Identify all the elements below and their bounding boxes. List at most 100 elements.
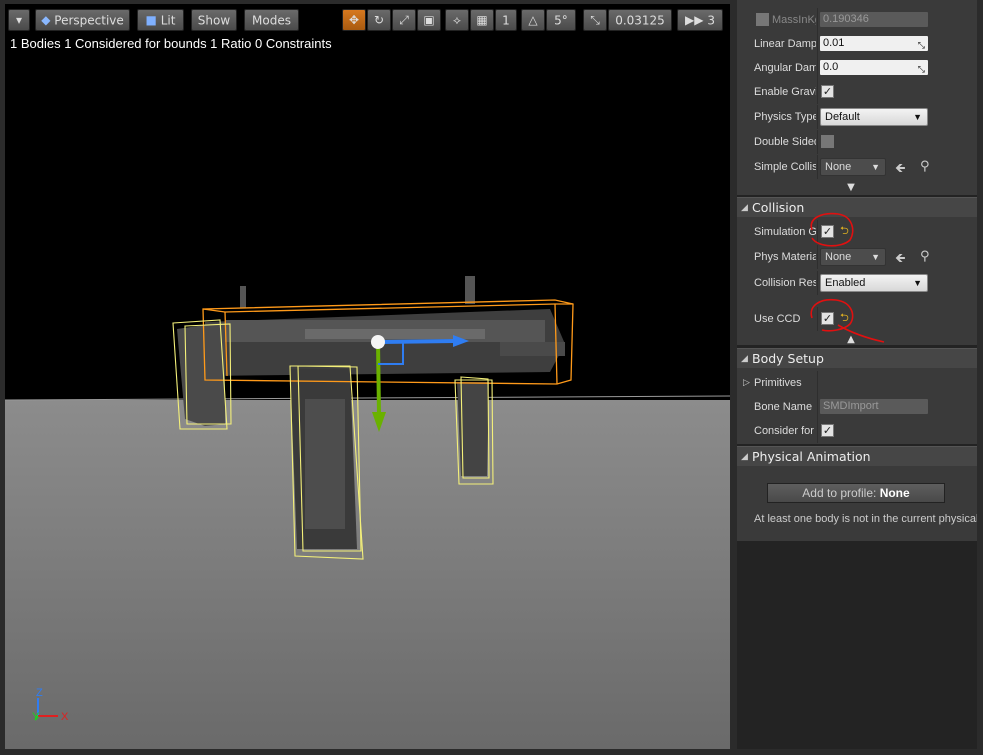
- enable-gravity-checkbox[interactable]: ✓: [821, 85, 834, 98]
- spin-arrows-icon[interactable]: ⤡: [918, 62, 925, 77]
- physics-type-dropdown[interactable]: Default ▼: [820, 108, 928, 126]
- rotation-snap-value[interactable]: 5°: [546, 9, 576, 31]
- add-to-profile-prefix: Add to profile:: [802, 486, 880, 500]
- collision-response-dropdown[interactable]: Enabled ▼: [820, 274, 928, 292]
- body-setup-title: Body Setup: [752, 351, 824, 366]
- row-divider: [817, 220, 818, 244]
- rotation-snap-value-label: 5°: [554, 13, 568, 28]
- perspective-button[interactable]: ◆ Perspective: [35, 9, 130, 31]
- lit-label: Lit: [160, 13, 176, 28]
- use-selected-arrow-icon[interactable]: 🡸: [895, 159, 906, 181]
- expand-advanced-arrow-icon[interactable]: ▼: [843, 183, 859, 193]
- details-panel: MassInKg 0.190346 Linear Damping 0.01 ⤡ …: [737, 0, 977, 749]
- browse-magnifier-icon[interactable]: ⚲: [920, 159, 930, 174]
- scale-snap-toggle[interactable]: ⤡: [583, 9, 607, 31]
- row-divider: [817, 130, 818, 154]
- use-ccd-row: Use CCD ✓ ⮌: [737, 307, 977, 331]
- camera-speed-button[interactable]: ▶▶ 3: [677, 9, 723, 31]
- double-sided-row: Double Sided: [737, 130, 977, 154]
- body-setup-section: ◢ Body Setup ▷ Primitives Bone Name SMDI…: [737, 348, 977, 444]
- scale-snap-value-label: 0.03125: [615, 13, 665, 28]
- grid-snap-value-label: 1: [502, 13, 510, 28]
- simulation-hit-events-label: Simulation Generates Hit Events: [754, 226, 816, 238]
- browse-magnifier-icon[interactable]: ⚲: [920, 249, 930, 264]
- angular-damping-label: Angular Damping: [754, 62, 816, 74]
- rotate-icon: ↻: [373, 13, 385, 27]
- primitives-row[interactable]: ▷ Primitives: [737, 371, 977, 395]
- show-button[interactable]: Show: [191, 9, 237, 31]
- row-divider: [817, 307, 818, 331]
- physics-type-label: Physics Type: [754, 111, 816, 123]
- double-sided-checkbox[interactable]: [821, 135, 834, 148]
- spin-arrows-icon[interactable]: ⤡: [918, 38, 925, 53]
- collapse-advanced-arrow-icon[interactable]: ▲: [843, 335, 859, 345]
- use-selected-arrow-icon[interactable]: 🡸: [895, 249, 906, 271]
- rotation-snap-toggle[interactable]: △: [521, 9, 545, 31]
- double-sided-label: Double Sided: [754, 136, 816, 148]
- use-ccd-checkbox[interactable]: ✓: [821, 312, 834, 325]
- surface-snap-button[interactable]: ⟡: [445, 9, 469, 31]
- row-divider: [817, 245, 818, 269]
- translate-mode-button[interactable]: ✥: [342, 9, 366, 31]
- floor-horizon: [5, 395, 730, 401]
- physics-stats-text: 1 Bodies 1 Considered for bounds 1 Ratio…: [10, 36, 332, 51]
- collision-response-row: Collision Response Enabled ▼: [737, 271, 977, 295]
- caret-down-icon: ▼: [871, 162, 880, 172]
- angular-damping-row: Angular Damping 0.0 ⤡: [737, 56, 977, 80]
- axis-label-x: X: [61, 711, 69, 723]
- modes-button[interactable]: Modes: [244, 9, 299, 31]
- reset-to-default-icon[interactable]: ⮌: [840, 225, 851, 237]
- simple-collision-row: Simple Collision None ▼ 🡸 ⚲: [737, 155, 977, 179]
- angle-icon: △: [528, 13, 538, 27]
- phys-material-dropdown[interactable]: None ▼: [820, 248, 886, 266]
- row-divider: [817, 32, 818, 56]
- viewport-options-button[interactable]: ▾: [8, 9, 30, 31]
- collision-title: Collision: [752, 200, 805, 215]
- simple-collision-value: None: [825, 161, 852, 173]
- scale-snap-value[interactable]: 0.03125: [608, 9, 672, 31]
- simple-collision-label: Simple Collision: [754, 161, 816, 173]
- enable-gravity-label: Enable Gravity: [754, 86, 816, 98]
- row-divider: [817, 105, 818, 129]
- row-divider: [817, 395, 818, 419]
- angular-damping-field[interactable]: 0.0 ⤡: [820, 60, 928, 75]
- enable-gravity-row: Enable Gravity ✓: [737, 80, 977, 104]
- expand-arrow-icon[interactable]: ▷: [743, 371, 750, 395]
- move-icon: ✥: [348, 13, 360, 27]
- caret-down-icon: ▼: [871, 252, 880, 262]
- add-to-profile-button[interactable]: Add to profile: None: [767, 483, 945, 503]
- physics-type-row: Physics Type Default ▼: [737, 105, 977, 129]
- mass-in-kg-field[interactable]: 0.190346: [820, 12, 928, 27]
- show-label: Show: [197, 13, 231, 28]
- simple-collision-dropdown[interactable]: None ▼: [820, 158, 886, 176]
- grid-snap-value[interactable]: 1: [495, 9, 517, 31]
- rotate-mode-button[interactable]: ↻: [367, 9, 391, 31]
- body-setup-header[interactable]: ◢ Body Setup: [737, 348, 977, 368]
- coordinate-space-button[interactable]: ▣: [417, 9, 441, 31]
- phys-material-value: None: [825, 251, 852, 263]
- phys-material-row: Phys Material Override None ▼ 🡸 ⚲: [737, 245, 977, 269]
- camera-speed-icon: ▶▶: [685, 13, 704, 27]
- row-divider: [817, 155, 818, 179]
- use-ccd-label: Use CCD: [754, 313, 801, 325]
- linear-damping-label: Linear Damping: [754, 38, 816, 50]
- grid-snap-toggle[interactable]: ▦: [470, 9, 494, 31]
- row-divider: [817, 419, 818, 443]
- collapse-arrow-icon: ◢: [741, 452, 748, 462]
- reset-to-default-icon[interactable]: ⮌: [840, 312, 851, 324]
- primitives-label: Primitives: [754, 377, 802, 389]
- grid-icon: ▦: [476, 13, 488, 27]
- consider-for-bounds-checkbox[interactable]: ✓: [821, 424, 834, 437]
- scale-mode-button[interactable]: ⤢: [392, 9, 416, 31]
- camera-icon: ◆: [41, 13, 51, 27]
- collision-response-value: Enabled: [825, 277, 866, 289]
- simulation-hit-events-checkbox[interactable]: ✓: [821, 225, 834, 238]
- viewport-scene: Z X Y: [5, 276, 730, 749]
- viewport[interactable]: Z X Y ▾ ◆ Perspective ■ Lit Show Modes ✥…: [5, 4, 730, 749]
- mass-override-checkbox[interactable]: [756, 13, 769, 26]
- camera-speed-value: 3: [707, 13, 715, 28]
- linear-damping-field[interactable]: 0.01 ⤡: [820, 36, 928, 51]
- lit-button[interactable]: ■ Lit: [137, 9, 184, 31]
- physical-animation-header[interactable]: ◢ Physical Animation: [737, 446, 977, 466]
- collision-header[interactable]: ◢ Collision: [737, 197, 977, 217]
